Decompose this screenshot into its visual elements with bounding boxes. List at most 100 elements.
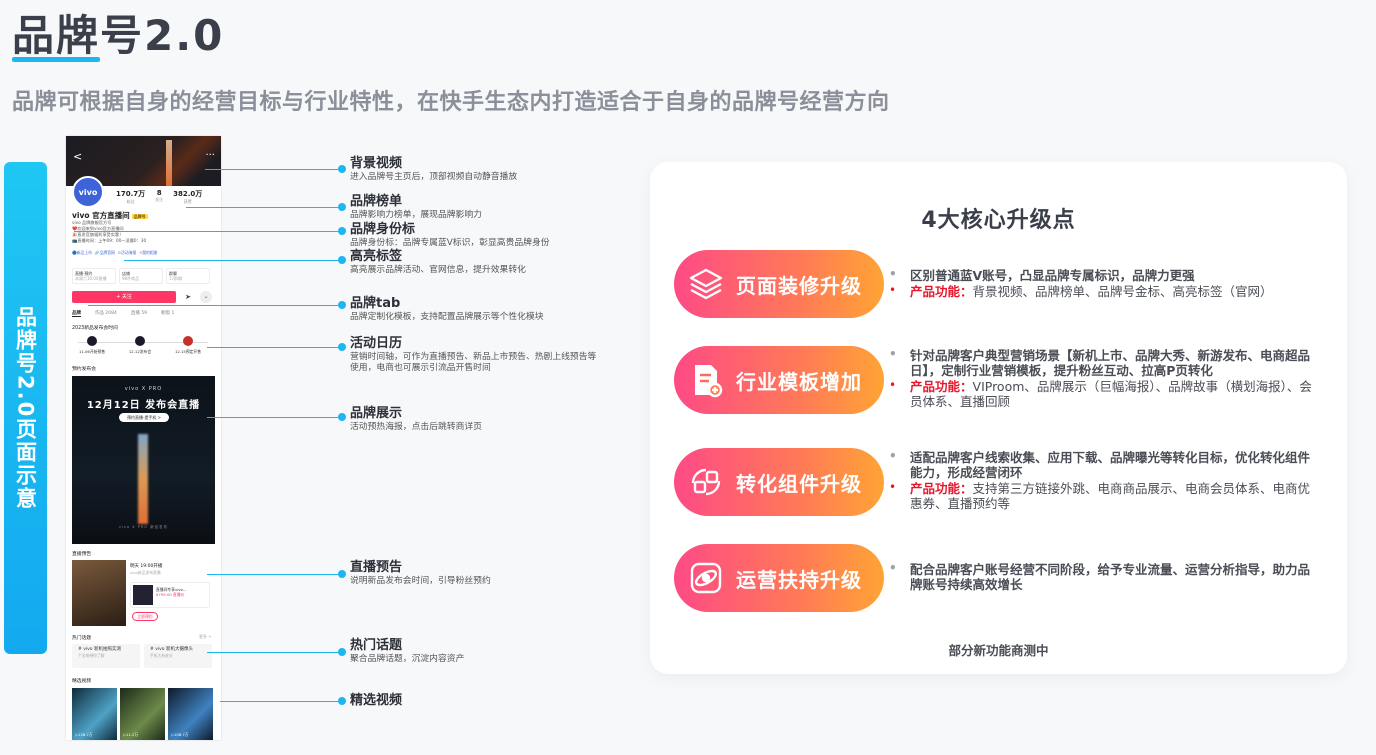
page-subtitle: 品牌可根据自身的经营目标与行业特性，在快手生态内打造适合于自身的品牌号经营方向 bbox=[12, 90, 890, 115]
connector-dot bbox=[338, 227, 346, 235]
upgrade-pill-industry-template: 行业模板增加 bbox=[674, 346, 884, 414]
annotation-brand-tab: 品牌tab 品牌定制化模板，支持配置品牌展示等个性化模块 bbox=[350, 296, 544, 322]
annotation-highlight-tags: 高亮标签 高亮展示品牌活动、官网信息，提升效果转化 bbox=[350, 249, 526, 275]
profile-tabs: 品牌 作品 2084 直播 59 橱窗 1 bbox=[72, 310, 174, 317]
avatar[interactable]: vivo bbox=[72, 176, 104, 208]
featured-videos: ▷126.7万 ▷11.2万 ▷106.7万 bbox=[72, 688, 213, 740]
stat-likes[interactable]: 382.0万 获赞 bbox=[173, 189, 202, 205]
connector-dot bbox=[338, 256, 346, 264]
tag-album[interactable]: ⟐我的相册 bbox=[139, 250, 157, 256]
card-footer-note: 部分新功能商测中 bbox=[948, 643, 1049, 658]
stat-fans[interactable]: 170.7万 粉丝 bbox=[116, 189, 145, 205]
more-icon[interactable]: ··· bbox=[205, 150, 215, 161]
activity-calendar: 11.06开始预售 12.12发布会 12.15预定开售 bbox=[74, 336, 206, 355]
annotation-hot-topics: 热门话题 聚合品牌话题，沉淀内容资产 bbox=[350, 638, 465, 664]
connector-line bbox=[207, 417, 341, 418]
connector-line bbox=[207, 347, 341, 348]
connector-dot bbox=[338, 343, 346, 351]
entry-cards: 直播·预约 本周六10:00直播 店铺 98件商品 群聊 17群聊 bbox=[72, 268, 210, 284]
tab-brand[interactable]: 品牌 bbox=[72, 310, 81, 317]
connector-line bbox=[74, 231, 341, 232]
upgrade-pill-conversion: 转化组件升级 bbox=[674, 448, 884, 516]
topic-title: 热门话题 bbox=[72, 636, 92, 641]
tag-event-poster[interactable]: ⊙活动海报 bbox=[118, 250, 136, 256]
calendar-title: 2023新品发布会时间 bbox=[72, 326, 118, 331]
side-label: 品牌号2.0页面示意 bbox=[13, 305, 38, 511]
poster-brand: vivo X PRO bbox=[124, 386, 163, 392]
upgrade-bullets: 配合品牌客户账号经营不同阶段，给予专业流量、运营分析指导，助力品牌账号持续高效增… bbox=[886, 561, 1316, 593]
upgrade-bullets: 适配品牌客户线索收集、应用下载、品牌曝光等转化目标，优化转化组件能力，形成经营闭… bbox=[886, 449, 1316, 512]
stat-following[interactable]: 8 关注 bbox=[155, 189, 163, 205]
connector-line bbox=[220, 701, 341, 702]
profile-stats: 170.7万 粉丝 8 关注 382.0万 获赞 bbox=[116, 189, 202, 205]
slide: 品牌号2.0 品牌可根据自身的经营目标与行业特性，在快手生态内打造适合于自身的品… bbox=[0, 0, 1376, 755]
calendar-item[interactable]: 12.12发布会 bbox=[122, 336, 158, 355]
upgrade-bullets: 针对品牌客户典型营销场景【新机上市、品牌大秀、新游发布、电商超品日】，定制行业营… bbox=[886, 347, 1316, 410]
tab-showcase[interactable]: 橱窗 1 bbox=[161, 310, 174, 317]
tab-works[interactable]: 作品 2084 bbox=[95, 310, 117, 317]
preview-title: 预约发布会 bbox=[72, 367, 96, 372]
send-icon[interactable]: ➤ bbox=[182, 291, 194, 303]
connector-line bbox=[207, 574, 341, 575]
tag-official-site[interactable]: 🔗品牌官网 bbox=[95, 250, 115, 256]
upgrade-bullets: 区别普通蓝V账号，凸显品牌专属标识，品牌力更强 产品功能：背景视频、品牌榜单、品… bbox=[886, 267, 1316, 300]
title-underline bbox=[12, 57, 100, 62]
annotation-live-preview: 直播预告 说明新品发布会时间，引导粉丝预约 bbox=[350, 560, 491, 586]
poster-light-beam bbox=[138, 434, 148, 524]
video-thumb[interactable]: ▷106.7万 bbox=[168, 688, 213, 740]
brand-poster[interactable]: vivo X PRO 12月12日 发布会直播 预约直播·提手机 > vivo … bbox=[72, 376, 215, 544]
annotation-brand-rank: 品牌榜单 品牌影响力榜单，展现品牌影响力 bbox=[350, 194, 482, 220]
calendar-item[interactable]: 11.06开始预售 bbox=[74, 336, 110, 355]
topic-card[interactable]: # vivo 新机拍照实测 个全体带你了解 bbox=[72, 644, 140, 668]
card-live-reserve[interactable]: 直播·预约 本周六10:00直播 bbox=[72, 268, 116, 284]
live-time: 明天 19:00开播 vivo新品发布直播 bbox=[130, 564, 163, 575]
card-group-chat[interactable]: 群聊 17群聊 bbox=[166, 268, 210, 284]
connector-dot bbox=[338, 301, 346, 309]
tag-new-product[interactable]: 🔵新品上市 bbox=[72, 250, 92, 256]
poster-reserve-button[interactable]: 预约直播·提手机 > bbox=[119, 413, 169, 422]
profile-bio: vivo 品牌旗舰官方号 ❤️欢迎来到vivo官方直播间 🎉直发官旗福利享受实惠… bbox=[72, 220, 147, 243]
highlight-tags: 🔵新品上市 🔗品牌官网 ⊙活动海报 ⟐我的相册 bbox=[72, 250, 157, 256]
video-thumb[interactable]: ▷11.2万 bbox=[120, 688, 165, 740]
video-thumb[interactable]: ▷126.7万 bbox=[72, 688, 117, 740]
chevron-down-icon[interactable]: ⌄ bbox=[200, 291, 212, 303]
document-add-icon bbox=[686, 360, 726, 400]
live-preview-title: 直播预告 bbox=[72, 552, 92, 557]
topic-card[interactable]: # vivo 新机大摄像头 手机大有来头 bbox=[144, 644, 212, 668]
tab-live[interactable]: 直播 59 bbox=[131, 310, 147, 317]
video-title: 精选视频 bbox=[72, 679, 92, 684]
card-title: 4大核心升级点 bbox=[921, 208, 1076, 233]
poster-footer: vivo X PRO 新品发布 bbox=[118, 525, 169, 529]
connector-dot bbox=[338, 413, 346, 421]
poster-headline: 12月12日 发布会直播 bbox=[86, 400, 201, 411]
annotation-featured-videos: 精选视频 bbox=[350, 693, 403, 708]
card-shop[interactable]: 店铺 98件商品 bbox=[119, 268, 163, 284]
layers-icon bbox=[686, 264, 726, 304]
back-icon[interactable]: < bbox=[73, 150, 82, 163]
live-reserve-button[interactable]: 立即预约 bbox=[132, 612, 158, 621]
follow-button[interactable]: + 关注 bbox=[72, 291, 176, 303]
product-thumb bbox=[133, 585, 153, 605]
annotation-brand-display: 品牌展示 活动预热海报，点击后跳转商详页 bbox=[350, 406, 482, 432]
connector-dot bbox=[338, 203, 346, 211]
connector-line bbox=[207, 652, 341, 653]
connector-dot bbox=[338, 648, 346, 656]
connector-line bbox=[88, 305, 341, 306]
annotation-brand-identity: 品牌身份标 品牌身份标：品牌专属蓝V标识，彰显高贵品牌身份 bbox=[350, 222, 550, 248]
annotation-background-video: 背景视频 进入品牌号主页后，顶部视频自动静音播放 bbox=[350, 156, 518, 182]
connector-line bbox=[124, 260, 341, 261]
calendar-item[interactable]: 12.15预定开售 bbox=[170, 336, 206, 355]
connector-line bbox=[186, 207, 341, 208]
swap-icon bbox=[686, 462, 726, 502]
page-title: 品牌号2.0 bbox=[12, 11, 225, 60]
hero-light bbox=[166, 140, 172, 186]
orbit-icon bbox=[686, 558, 726, 598]
topic-more-link[interactable]: 更多 > bbox=[199, 634, 212, 640]
hot-topics: # vivo 新机拍照实测 个全体带你了解 # vivo 新机大摄像头 手机大有来头 bbox=[72, 644, 212, 668]
live-cover[interactable] bbox=[72, 560, 126, 626]
brand-badge[interactable]: 品牌号 bbox=[131, 214, 148, 219]
upgrade-pill-operations: 运营扶持升级 bbox=[674, 544, 884, 612]
live-product[interactable]: 直播间专享vivo... ¥799.00 直播价 bbox=[130, 582, 210, 608]
connector-line bbox=[205, 169, 341, 170]
connector-dot bbox=[338, 570, 346, 578]
